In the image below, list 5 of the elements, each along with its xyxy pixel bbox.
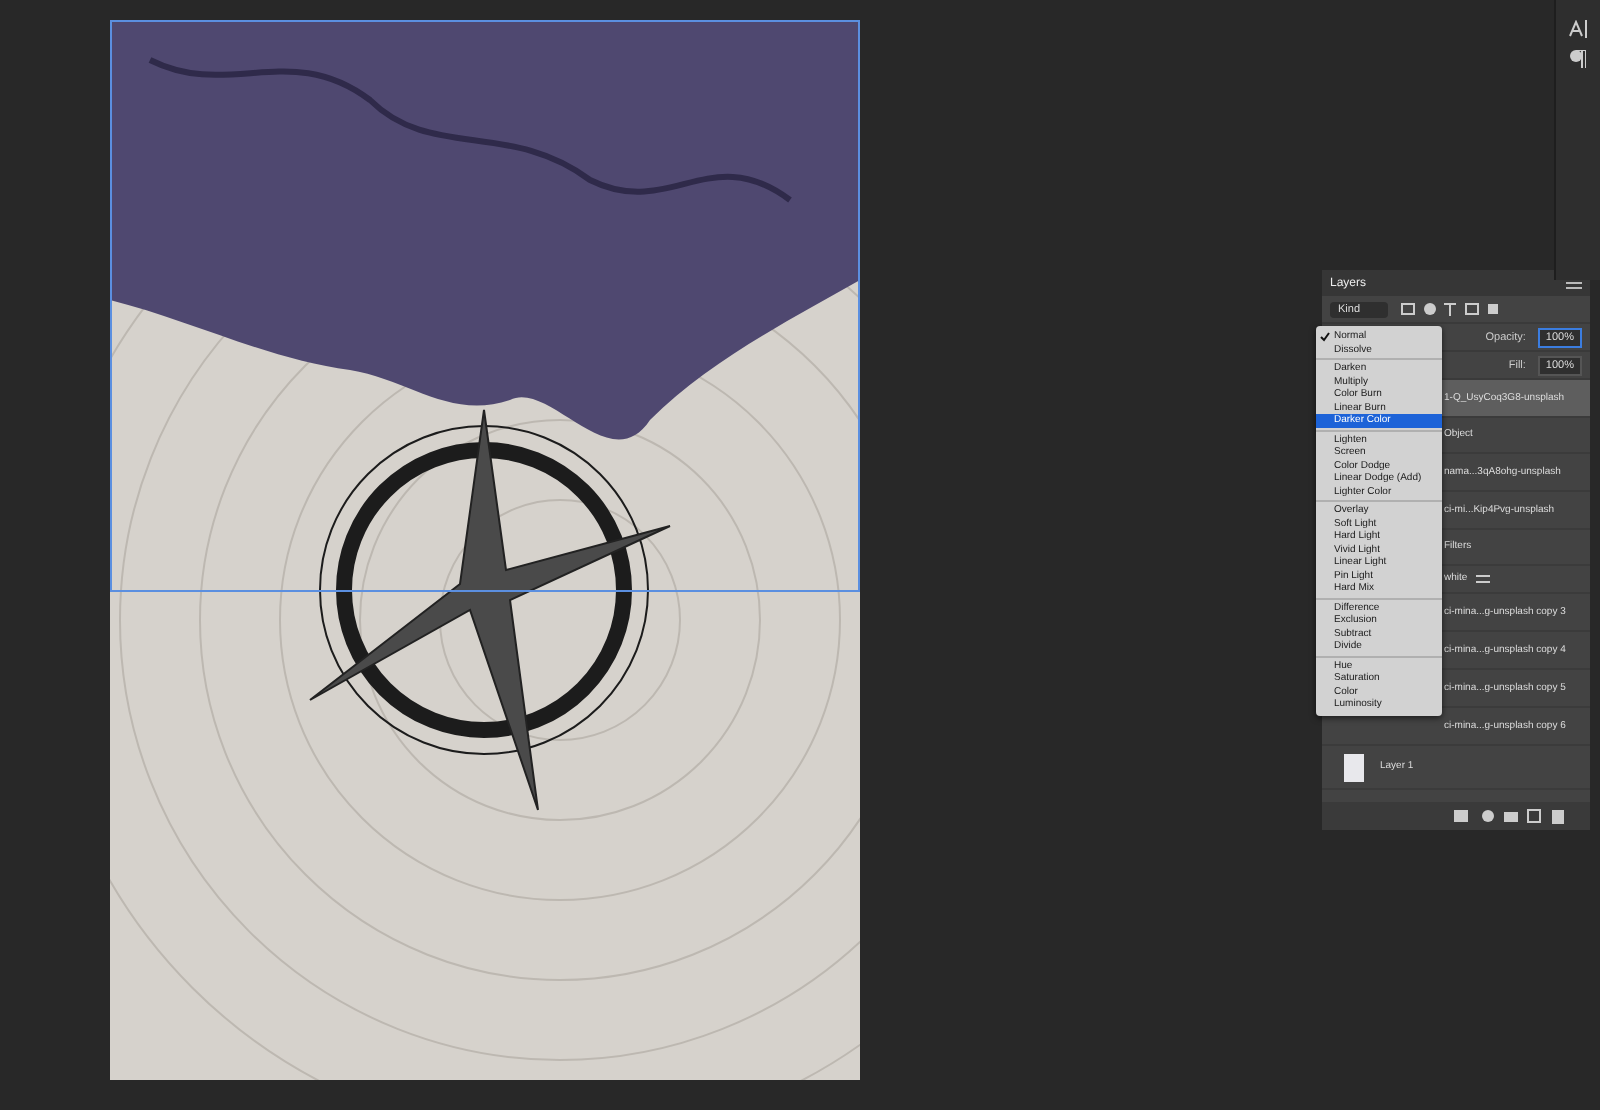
sliders-icon[interactable] [1475, 574, 1490, 584]
character-icon[interactable] [1568, 20, 1588, 38]
layer-thumbnail [1344, 753, 1364, 781]
checkmark-icon [1320, 331, 1330, 342]
paragraph-icon[interactable] [1570, 50, 1586, 68]
